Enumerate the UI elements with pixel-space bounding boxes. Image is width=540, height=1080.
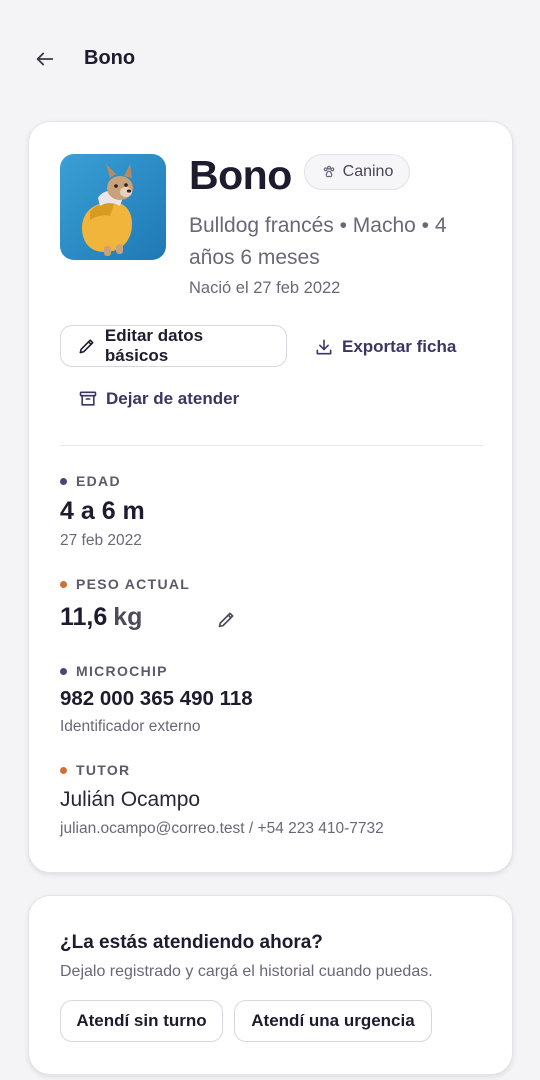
pet-birth-date: Nació el 27 feb 2022 bbox=[189, 279, 341, 297]
edit-basic-data-label: Editar datos básicos bbox=[104, 326, 204, 365]
pet-profile-card: Bono Canino Bulldog francés • Macho • 4 … bbox=[28, 121, 513, 873]
export-file-button[interactable]: Exportar ficha bbox=[314, 326, 456, 368]
page-title: Bono bbox=[84, 47, 136, 69]
attending-now-card: ¿La estás atendiendo ahora? Dejalo regis… bbox=[28, 895, 513, 1075]
weight-label: PESO ACTUAL bbox=[60, 576, 190, 592]
stop-attending-button[interactable]: Dejar de atender bbox=[78, 378, 239, 420]
edit-basic-data-button[interactable]: Editar datos básicos bbox=[60, 325, 287, 367]
tutor-dot bbox=[60, 766, 67, 774]
microchip-value: 982 000 365 490 118 bbox=[60, 687, 253, 710]
tutor-label-text: TUTOR bbox=[76, 762, 131, 778]
tutor-contact: julian.ocampo@correo.test / +54 223 410-… bbox=[60, 820, 384, 837]
microchip-label-text: MICROCHIP bbox=[76, 663, 168, 679]
age-label: EDAD bbox=[60, 473, 121, 489]
top-app-bar: Bono bbox=[0, 0, 540, 120]
weight-dot bbox=[60, 580, 67, 588]
attending-now-title: ¿La estás atendiendo ahora? bbox=[60, 932, 323, 953]
stop-attending-label: Dejar de atender bbox=[106, 389, 240, 408]
archive-icon bbox=[79, 391, 97, 406]
download-icon bbox=[316, 339, 332, 355]
weight-value: 11,6 kg bbox=[60, 603, 142, 632]
edit-weight-button[interactable] bbox=[213, 606, 239, 632]
microchip-sub: Identificador externo bbox=[60, 718, 201, 735]
microchip-dot bbox=[60, 667, 67, 675]
pet-name: Bono bbox=[189, 152, 292, 198]
attending-now-subtitle: Dejalo registrado y cargá el historial c… bbox=[60, 963, 433, 980]
pencil-icon bbox=[218, 612, 233, 627]
back-button[interactable] bbox=[28, 42, 62, 76]
age-label-text: EDAD bbox=[76, 473, 121, 489]
species-label: Canino bbox=[342, 163, 394, 180]
pencil-icon bbox=[79, 339, 94, 354]
weight-label-text: PESO ACTUAL bbox=[76, 576, 191, 592]
tutor-name[interactable]: Julián Ocampo bbox=[60, 788, 200, 812]
species-chip: Canino bbox=[304, 154, 410, 190]
age-dot bbox=[60, 477, 67, 485]
divider bbox=[60, 445, 483, 446]
attended-emergency-button[interactable]: Atendí una urgencia bbox=[234, 1000, 432, 1042]
pet-avatar bbox=[60, 154, 166, 260]
pet-description: Bulldog francés • Macho • 4 años 6 meses bbox=[189, 214, 447, 269]
export-file-label: Exportar ficha bbox=[342, 337, 457, 356]
weight-unit: kg bbox=[113, 603, 143, 631]
paw-icon bbox=[323, 165, 334, 178]
age-sub: 27 feb 2022 bbox=[60, 532, 142, 549]
weight-number: 11,6 bbox=[60, 603, 108, 631]
tutor-label: TUTOR bbox=[60, 762, 130, 778]
age-value: 4 a 6 m bbox=[60, 497, 145, 525]
arrow-left-icon bbox=[36, 52, 54, 66]
microchip-label: MICROCHIP bbox=[60, 663, 168, 679]
attended-without-appointment-button[interactable]: Atendí sin turno bbox=[60, 1000, 223, 1042]
